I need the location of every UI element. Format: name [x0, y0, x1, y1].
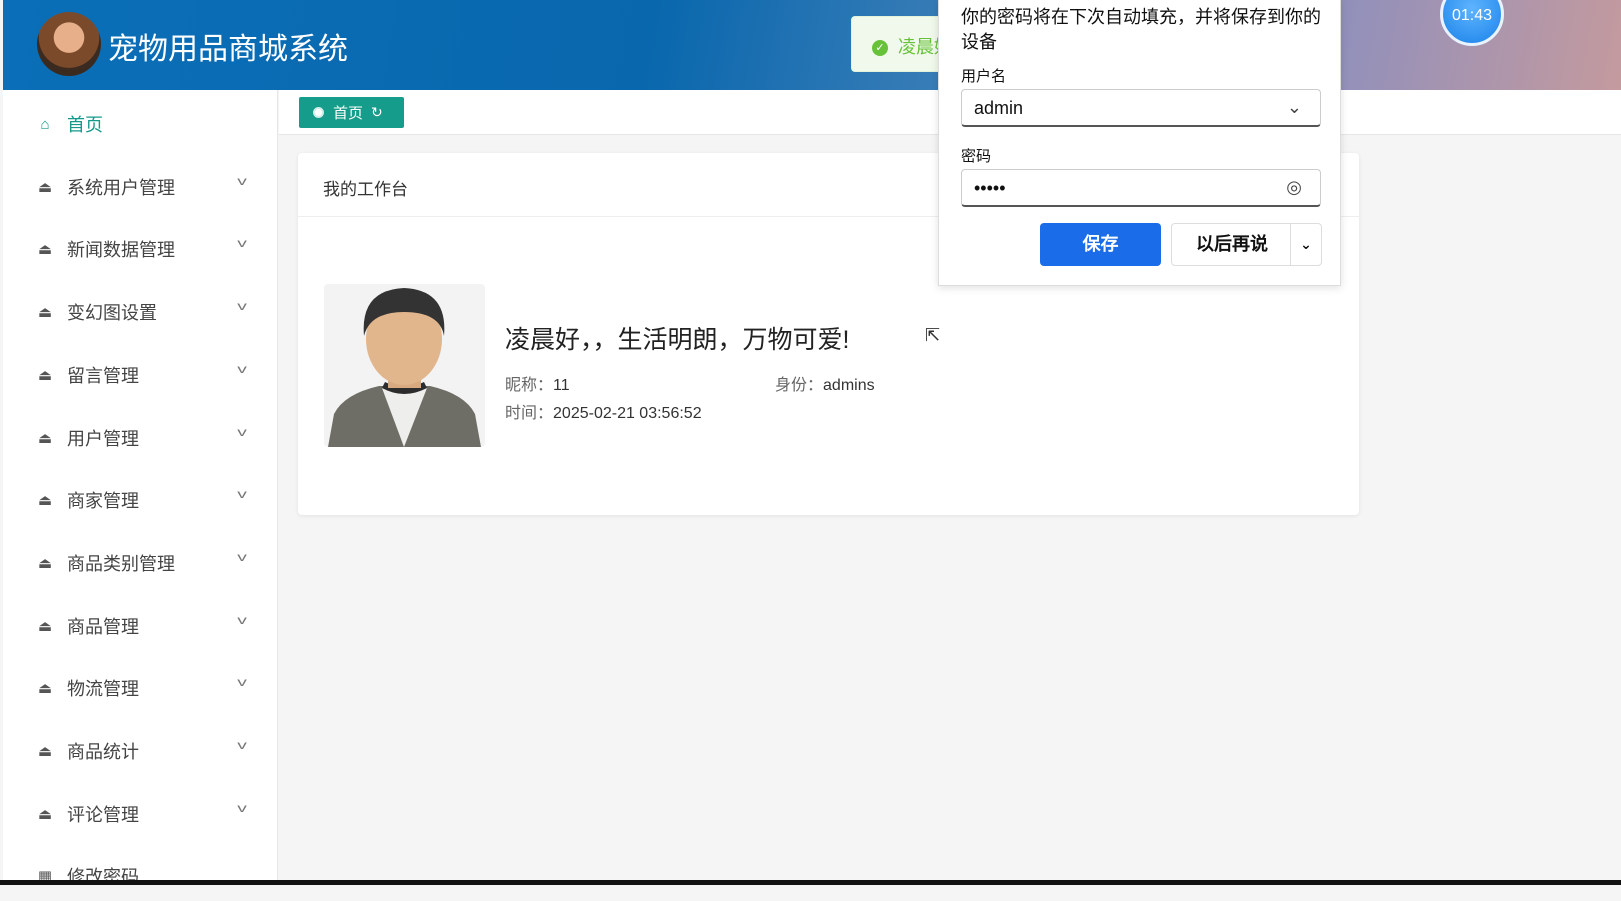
sidebar-item[interactable]: ⌂ 首页: [3, 99, 278, 149]
password-label: 密码: [961, 148, 992, 165]
sidebar-item[interactable]: ⏏ 留言管理 v: [3, 350, 278, 400]
bowl-icon: ⏏: [37, 178, 53, 196]
chevron-down-icon: v: [237, 361, 247, 376]
sidebar-item-label: 首页: [67, 115, 103, 135]
chevron-down-icon: v: [237, 738, 247, 752]
sidebar-item[interactable]: ⏏ 评论管理 v: [3, 789, 278, 839]
active-dot-icon: [313, 107, 324, 118]
username-value: admin: [974, 98, 1024, 118]
password-value: •••••: [974, 178, 1006, 198]
sidebar-menu: ⌂ 首页 ⏏ 系统用户管理 v ⏏ 新闻数据管理 v ⏏ 变幻图设置 v ⏏ 留言管理 v ⏏ 用户管理 v ⏏ 商…: [3, 90, 278, 887]
check-circle-icon: ✓: [872, 40, 888, 56]
sidebar-item[interactable]: ⏏ 商家管理 v: [3, 475, 278, 525]
sidebar-item-label: 修改密码: [67, 867, 139, 888]
chevron-down-icon: v: [237, 487, 247, 502]
logo-avatar: [37, 12, 101, 76]
chevron-down-icon: v: [237, 424, 247, 439]
tab-label: 首页: [333, 105, 364, 122]
username-label: 用户名: [961, 68, 1007, 85]
screen-edge: [0, 880, 1621, 885]
sidebar-item-label: 留言管理: [67, 365, 139, 386]
chevron-down-icon: v: [237, 800, 247, 815]
bowl-icon: ⏏: [37, 743, 53, 760]
chevron-down-icon: v: [237, 675, 247, 690]
greeting-text: 凌晨好，，生活明朗，万物可爱!: [505, 326, 850, 354]
popup-message: 你的密码将在下次自动填充，并将保存到你的设备: [961, 7, 1321, 52]
bowl-icon: ⏏: [37, 492, 53, 510]
bowl-icon: ⏏: [37, 554, 53, 572]
nickname-label: 昵称：: [505, 377, 554, 394]
time-label: 时间：: [505, 405, 554, 422]
bowl-icon: ⏏: [37, 241, 53, 259]
sidebar-item-label: 商品类别管理: [67, 553, 175, 574]
chevron-down-icon: v: [237, 299, 247, 314]
chevron-down-icon: v: [237, 549, 247, 564]
sidebar-item[interactable]: ▦ 修改密码: [3, 851, 278, 901]
role-field: 身份：admins: [775, 371, 875, 395]
chevron-down-icon: v: [237, 612, 247, 627]
top-header: 宠物用品商城系统 ✓ 凌晨好 01:43: [3, 0, 1621, 90]
later-button[interactable]: 以后再说 ⌄: [1171, 223, 1322, 266]
sidebar-item-label: 变幻图设置: [67, 303, 157, 324]
later-label: 以后再说: [1196, 234, 1268, 254]
sidebar-item[interactable]: ⏏ 新闻数据管理 v: [3, 224, 278, 274]
success-toast: ✓ 凌晨好: [851, 16, 951, 72]
save-password-popup: 你的密码将在下次自动填充，并将保存到你的设备 用户名 admin ⌄ 密码 •••…: [938, 0, 1341, 286]
role-label: 身份：: [775, 377, 824, 394]
chevron-down-icon: v: [237, 236, 247, 251]
bowl-icon: ⏏: [37, 805, 53, 823]
bowl-icon: ⏏: [37, 680, 53, 698]
sidebar-item[interactable]: ⏏ 用户管理 v: [3, 413, 278, 463]
chevron-down-icon: ⌄: [1286, 97, 1302, 117]
eye-icon[interactable]: ◎: [1286, 177, 1302, 198]
sidebar-item-label: 系统用户管理: [67, 177, 175, 198]
username-select[interactable]: admin ⌄: [961, 89, 1321, 127]
refresh-icon[interactable]: ↻: [371, 104, 383, 121]
sidebar-item[interactable]: ⏏ 系统用户管理 v: [3, 162, 278, 212]
bowl-icon: ⏏: [37, 617, 53, 635]
sidebar-item-label: 用户管理: [67, 428, 139, 449]
nickname-value: 11: [553, 377, 570, 394]
sidebar-item[interactable]: ⏏ 变幻图设置 v: [3, 287, 278, 337]
password-input[interactable]: ••••• ◎: [961, 169, 1321, 207]
sidebar-item[interactable]: ⏏ 物流管理 v: [3, 663, 278, 713]
sidebar-item[interactable]: ⏏ 商品管理 v: [3, 601, 278, 651]
mouse-cursor-icon: ⇱: [925, 325, 941, 345]
app-title: 宠物用品商城系统: [108, 33, 348, 66]
sidebar-item-label: 评论管理: [67, 804, 139, 825]
home-icon: ⌂: [40, 115, 50, 133]
sidebar-item-label: 商品管理: [67, 616, 139, 637]
save-button[interactable]: 保存: [1040, 223, 1161, 266]
sidebar-item[interactable]: ⏏ 商品统计 v: [3, 726, 278, 776]
nickname-field: 昵称：11: [505, 371, 570, 395]
bowl-icon: ⏏: [37, 429, 53, 447]
timer-badge[interactable]: 01:43: [1440, 0, 1504, 46]
tab-home[interactable]: 首页 ↻: [299, 97, 404, 128]
role-value: admins: [823, 377, 875, 394]
sidebar-item-label: 商家管理: [67, 491, 139, 512]
bowl-icon: ⏏: [37, 366, 53, 384]
user-avatar: [324, 284, 485, 447]
time-field: 时间：2025-02-21 03:56:52: [505, 399, 702, 423]
chevron-down-icon[interactable]: ⌄: [1290, 224, 1321, 265]
sidebar-item-label: 商品统计: [67, 742, 139, 762]
sidebar-item[interactable]: ⏏ 商品类别管理 v: [3, 538, 278, 588]
chevron-down-icon: v: [237, 173, 247, 188]
sidebar-item-label: 新闻数据管理: [67, 240, 175, 261]
bowl-icon: ⏏: [37, 304, 53, 322]
sidebar-item-label: 物流管理: [67, 679, 139, 700]
time-value: 2025-02-21 03:56:52: [553, 405, 702, 422]
